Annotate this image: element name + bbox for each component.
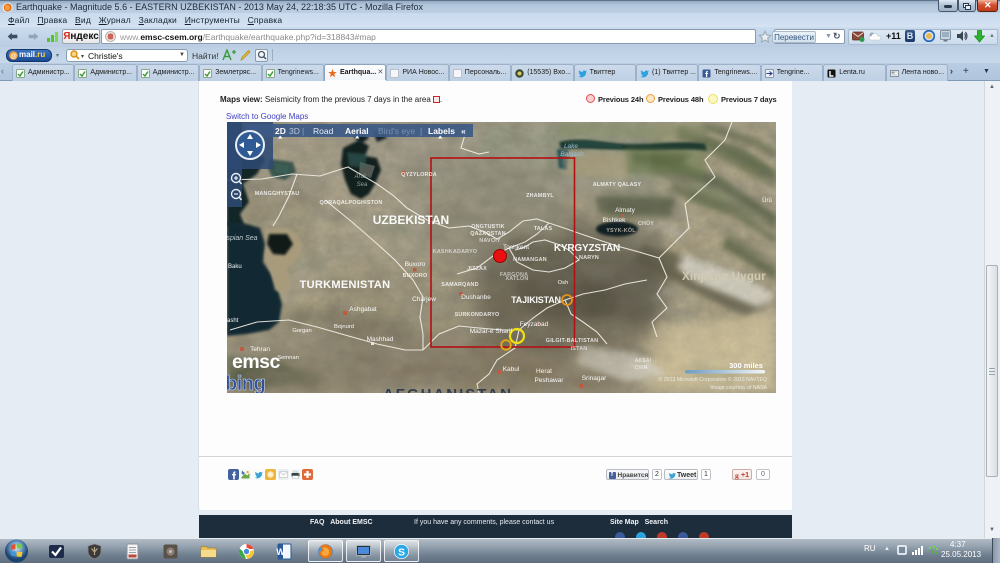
svg-text:GILGIT-BALTISTAN: GILGIT-BALTISTAN bbox=[546, 338, 598, 344]
svg-text:Osh: Osh bbox=[558, 280, 569, 286]
svg-text:Srinagar: Srinagar bbox=[582, 375, 607, 382]
svg-text:NAMANGAN: NAMANGAN bbox=[513, 257, 547, 263]
svg-text:emsc: emsc bbox=[232, 351, 281, 373]
svg-text:Bishkek: Bishkek bbox=[603, 217, 627, 224]
svg-text:TALAS: TALAS bbox=[534, 226, 553, 232]
svg-text:Baku: Baku bbox=[228, 264, 242, 270]
svg-text:Bojnurd: Bojnurd bbox=[334, 324, 354, 330]
svg-text:CHÜY: CHÜY bbox=[638, 220, 654, 227]
svg-text:Bird's eye: Bird's eye bbox=[378, 126, 415, 136]
svg-text:bing: bing bbox=[227, 373, 265, 393]
svg-text:spian Sea: spian Sea bbox=[227, 235, 258, 242]
svg-text:ISTAN: ISTAN bbox=[571, 346, 588, 352]
svg-text:Feyzabad: Feyzabad bbox=[520, 321, 549, 328]
svg-text:KASHKADARYO: KASHKADARYO bbox=[433, 249, 478, 255]
svg-text:Aerial: Aerial bbox=[345, 126, 369, 136]
svg-text:Labels: Labels bbox=[428, 126, 455, 136]
svg-text:ONGTUSTIK: ONGTUSTIK bbox=[471, 224, 505, 230]
svg-text:|: | bbox=[420, 126, 422, 136]
svg-text:NARYN: NARYN bbox=[579, 255, 599, 261]
svg-text:300 miles: 300 miles bbox=[729, 361, 763, 370]
svg-text:Semnan: Semnan bbox=[277, 355, 299, 361]
svg-text:Sea: Sea bbox=[357, 182, 368, 188]
svg-text:S: S bbox=[398, 547, 405, 559]
svg-text:ZHAMBYL: ZHAMBYL bbox=[526, 193, 554, 199]
svg-text:Ashgabat: Ashgabat bbox=[349, 306, 377, 313]
svg-text:Mazar-e Sharif: Mazar-e Sharif bbox=[470, 328, 513, 335]
svg-text:Balqash: Balqash bbox=[560, 151, 584, 158]
svg-text:TURKMENISTAN: TURKMENISTAN bbox=[300, 279, 391, 291]
svg-text:TAJIKISTAN: TAJIKISTAN bbox=[511, 295, 561, 305]
svg-text:SAMARQAND: SAMARQAND bbox=[441, 282, 478, 288]
svg-text:Buxoro: Buxoro bbox=[405, 261, 426, 268]
svg-text:NAVOIY: NAVOIY bbox=[479, 238, 501, 244]
svg-text:QYZYLORDA: QYZYLORDA bbox=[401, 172, 437, 178]
svg-text:UZBEKISTAN: UZBEKISTAN bbox=[373, 213, 449, 227]
svg-text:Mashhad: Mashhad bbox=[367, 336, 394, 343]
svg-text:YSYK-KÖL: YSYK-KÖL bbox=[606, 227, 636, 234]
svg-text:asht: asht bbox=[227, 318, 239, 324]
svg-text:|: | bbox=[302, 126, 304, 136]
svg-text:Road: Road bbox=[313, 126, 334, 136]
svg-text:AFGHANISTAN: AFGHANISTAN bbox=[383, 386, 513, 393]
svg-text:QORAQALPOGHISTON: QORAQALPOGHISTON bbox=[320, 200, 383, 206]
svg-text:AKSAI: AKSAI bbox=[635, 358, 652, 364]
svg-text:@: @ bbox=[10, 52, 16, 59]
svg-text:Kabul: Kabul bbox=[503, 366, 520, 373]
svg-text:Gorgan: Gorgan bbox=[292, 328, 311, 334]
svg-text:Herat: Herat bbox=[536, 368, 552, 375]
svg-text:KYRGYZSTAN: KYRGYZSTAN bbox=[554, 243, 620, 254]
svg-text:JIZZAX: JIZZAX bbox=[467, 266, 487, 272]
svg-text:Dushanbe: Dushanbe bbox=[461, 294, 491, 301]
svg-text:Image courtesy of NASA: Image courtesy of NASA bbox=[710, 385, 767, 391]
svg-text:Peshawar: Peshawar bbox=[535, 377, 565, 384]
svg-text:W: W bbox=[276, 547, 285, 557]
svg-text:SURKONDARYO: SURKONDARYO bbox=[455, 312, 500, 318]
svg-text:Chärjew: Chärjew bbox=[412, 296, 436, 303]
svg-text:2D: 2D bbox=[275, 126, 286, 136]
svg-text:Lake: Lake bbox=[564, 143, 578, 150]
svg-text:Almaty: Almaty bbox=[615, 207, 636, 214]
svg-text:Aral: Aral bbox=[354, 174, 366, 180]
svg-text:© 2013 Microsoft Corporation: © 2013 Microsoft Corporation © 2013 NAVT… bbox=[659, 376, 767, 383]
svg-text:QAZAQSTAN: QAZAQSTAN bbox=[470, 231, 506, 237]
svg-text:ALMATY QALASY: ALMATY QALASY bbox=[593, 182, 642, 188]
svg-text:CHIN: CHIN bbox=[634, 365, 647, 371]
svg-text:MANGGHYSTAU: MANGGHYSTAU bbox=[255, 191, 300, 197]
svg-text:BUXORO: BUXORO bbox=[403, 273, 428, 279]
svg-text:Xinjiang Uygur: Xinjiang Uygur bbox=[682, 271, 766, 283]
svg-text:Ürü: Ürü bbox=[762, 197, 772, 204]
svg-text:Toshkent: Toshkent bbox=[503, 244, 529, 251]
svg-text:XATLON: XATLON bbox=[506, 276, 529, 282]
svg-text:«: « bbox=[461, 126, 466, 136]
svg-text:3D: 3D bbox=[289, 126, 300, 136]
